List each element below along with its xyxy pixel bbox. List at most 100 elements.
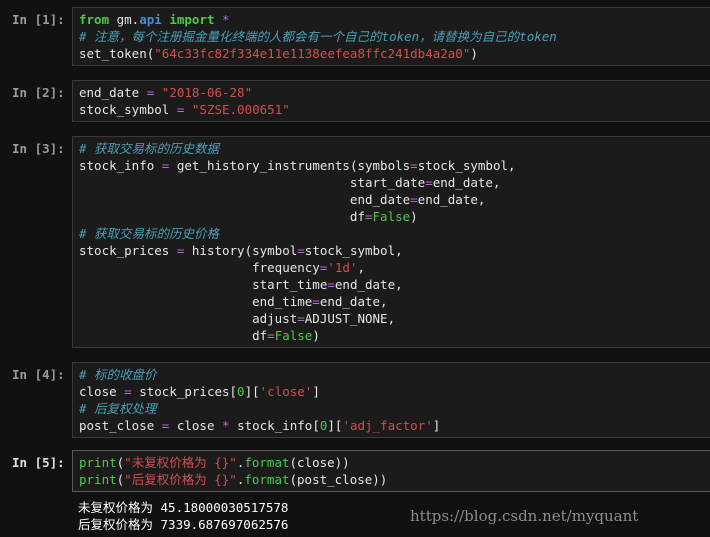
cell-prompt: In [3]: [12, 141, 65, 156]
code-line: start_time=end_date, [79, 276, 710, 293]
code-line: post_close = close * stock_info[0]['adj_… [79, 417, 710, 434]
code-line: close = stock_prices[0]['close'] [79, 383, 710, 400]
code-line: stock_prices = history(symbol=stock_symb… [79, 242, 710, 259]
code-token: (post_close)) [289, 472, 388, 487]
code-token: print [79, 472, 117, 487]
code-token: 0 [237, 384, 245, 399]
code-token: ][ [327, 418, 343, 433]
cell-prompt: In [2]: [12, 85, 65, 100]
code-token: end_date, [432, 175, 501, 190]
cell-input-editor[interactable]: from gm.api import * # 注意，每个注册掘金量化终端的人都会有… [72, 7, 710, 66]
code-token: * [222, 12, 230, 27]
code-token: = [410, 192, 418, 207]
code-token: 'close' [259, 384, 313, 399]
output-line-1: 未复权价格为 45.18000030517578 [78, 500, 289, 515]
code-token: print [79, 455, 117, 470]
code-token: df [79, 328, 268, 343]
cell-input-editor[interactable]: # 获取交易标的历史数据 stock_info = get_history_ins… [72, 136, 710, 348]
code-token: = [267, 328, 275, 343]
cell-input-editor[interactable]: # 标的收盘价 close = stock_prices[0]['close'] #… [72, 362, 710, 438]
code-token: = [124, 384, 132, 399]
code-token: '1d' [327, 260, 358, 275]
code-line: df=False) [79, 327, 710, 344]
code-token: * [222, 418, 230, 433]
code-token: ][ [244, 384, 260, 399]
code-token: end_date, [417, 192, 486, 207]
code-token: ) [312, 328, 320, 343]
code-token: stock_info[ [229, 418, 320, 433]
code-token: = [410, 158, 418, 173]
code-token: # 注意，每个注册掘金量化终端的人都会有一个自己的token，请替换为自己的to… [79, 29, 557, 44]
code-line: end_date = "2018-06-28" [79, 84, 710, 101]
code-line: # 注意，每个注册掘金量化终端的人都会有一个自己的token，请替换为自己的to… [79, 28, 710, 45]
code-line: # 标的收盘价 [79, 366, 710, 383]
code-line: end_date=end_date, [79, 191, 710, 208]
code-token: end_date, [334, 277, 403, 292]
code-token: start_time [79, 277, 328, 292]
code-token: (close)) [289, 455, 350, 470]
code-token: end_date [79, 85, 147, 100]
code-token: end_date [79, 192, 411, 207]
code-token: = [312, 294, 320, 309]
code-token: ] [312, 384, 320, 399]
code-token: # 标的收盘价 [79, 367, 157, 382]
code-token: history(symbol [184, 243, 298, 258]
code-token: ) [410, 209, 418, 224]
code-line: from gm.api import * [79, 11, 710, 28]
cell-prompt: In [5]: [12, 455, 65, 470]
code-line: print("未复权价格为 {}".format(close)) [79, 454, 710, 471]
code-token: api [139, 12, 162, 27]
code-token: end_date, [319, 294, 388, 309]
code-token: ) [470, 46, 478, 61]
code-token: "SZSE.000651" [191, 102, 290, 117]
code-token: post_close [79, 418, 162, 433]
code-token: ] [432, 418, 441, 433]
code-line: df=False) [79, 208, 710, 225]
code-token: "后复权价格为 {}" [124, 472, 237, 487]
cell-input-editor[interactable]: print("未复权价格为 {}".format(close)) print("后… [72, 450, 710, 492]
code-line: adjust=ADJUST_NONE, [79, 310, 710, 327]
code-token: # 获取交易标的历史价格 [79, 226, 220, 241]
code-token: # 后复权处理 [79, 401, 157, 416]
code-token: # 获取交易标的历史数据 [79, 141, 220, 156]
code-line: end_time=end_date, [79, 293, 710, 310]
code-token: gm. [109, 12, 140, 27]
code-line: # 获取交易标的历史价格 [79, 225, 710, 242]
code-token: = [297, 311, 305, 326]
code-token: stock_symbol [79, 102, 177, 117]
code-token: end_time [79, 294, 313, 309]
code-token: 'adj_factor' [342, 418, 433, 433]
code-token: stock_symbol, [417, 158, 516, 173]
code-token: = [364, 209, 373, 224]
code-token: adjust [79, 311, 298, 326]
code-token: close [169, 418, 223, 433]
code-token: False [274, 328, 313, 343]
code-token: start_date [79, 175, 426, 190]
code-line: stock_info = get_history_instruments(sym… [79, 157, 710, 174]
code-token: stock_prices [79, 243, 177, 258]
code-token: df [79, 209, 365, 224]
code-token: format [244, 472, 290, 487]
code-line: frequency='1d', [79, 259, 710, 276]
code-token: from [79, 12, 110, 27]
code-line: set_token("64c33fc82f334e11e1138eefea8ff… [79, 45, 710, 62]
code-token: get_history_instruments(symbols [169, 158, 411, 173]
code-token: stock_info [79, 158, 162, 173]
code-line: stock_symbol = "SZSE.000651" [79, 101, 710, 118]
code-token: stock_prices[ [131, 384, 238, 399]
code-line: print("后复权价格为 {}".format(post_close)) [79, 471, 710, 488]
code-token: = [327, 277, 335, 292]
code-token: import [169, 12, 215, 27]
cell-output: 未复权价格为 45.18000030517578 后复权价格为 7339.687… [78, 499, 288, 533]
code-line: # 获取交易标的历史数据 [79, 140, 710, 157]
code-token: format [244, 455, 290, 470]
code-token: set_token( [79, 46, 155, 61]
output-line-2: 后复权价格为 7339.687697062576 [78, 517, 289, 532]
code-token: frequency [79, 260, 320, 275]
code-line: start_date=end_date, [79, 174, 710, 191]
code-token: "2018-06-28" [161, 85, 253, 100]
cell-input-editor[interactable]: end_date = "2018-06-28" stock_symbol = "S… [72, 80, 710, 122]
cell-prompt: In [4]: [12, 367, 65, 382]
